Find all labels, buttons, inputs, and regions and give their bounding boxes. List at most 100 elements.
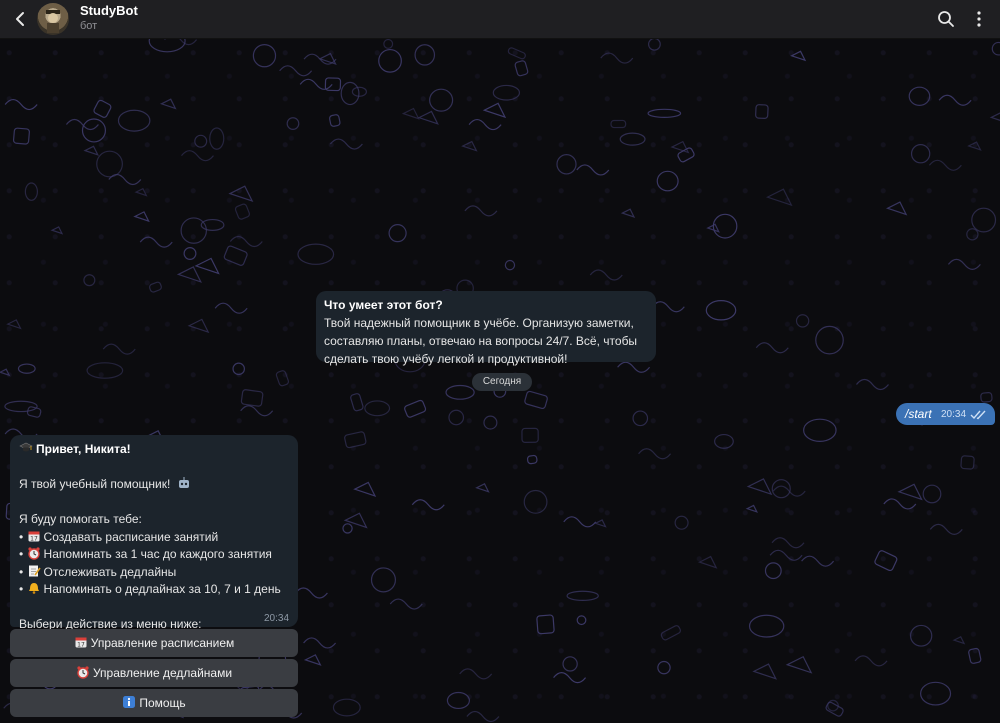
search-icon[interactable] (935, 8, 957, 30)
doodle-shape (705, 300, 737, 321)
graduation-cap-icon (19, 442, 33, 452)
outgoing-message[interactable]: /start 20:34 (896, 403, 995, 425)
help-button[interactable]: Помощь (10, 689, 298, 717)
doodle-shape (968, 647, 982, 664)
doodle-shape (947, 258, 981, 270)
list-item: • 17 Создавать расписание занятий (19, 529, 219, 544)
doodle-shape (234, 203, 251, 220)
doodle-shape (475, 483, 490, 493)
doodle-shape (908, 86, 931, 106)
doodle-shape (17, 363, 36, 374)
doodle-shape (660, 625, 681, 641)
doodle-shape (350, 393, 364, 412)
doodle-shape (922, 484, 942, 504)
doodle-shape (187, 318, 210, 334)
doodle-shape (464, 205, 498, 217)
doodle-shape (991, 41, 1000, 56)
doodle-shape (81, 118, 107, 143)
doodle-shape (883, 498, 917, 510)
doodle-shape (378, 48, 402, 73)
doodle-shape (133, 211, 150, 223)
doodle-shape (6, 319, 22, 330)
doodle-shape (86, 362, 124, 379)
doodle-shape (117, 109, 151, 132)
doodle-shape (24, 182, 39, 201)
chat-header: StudyBot бот (0, 0, 1000, 39)
chat-subtitle: бот (80, 20, 98, 32)
avatar[interactable] (37, 3, 69, 35)
doodle-shape (790, 50, 807, 62)
helper-line: Я твой учебный помощник! (19, 476, 289, 494)
doodle-shape (240, 405, 274, 417)
telegram-window: StudyBot бот Что умеет этот бот? Твой на… (0, 0, 1000, 723)
doodle-shape (989, 112, 1000, 121)
doodle-shape (514, 60, 529, 77)
back-arrow-icon[interactable] (10, 9, 30, 29)
doodle-shape (507, 47, 526, 60)
greeting-line: Привет, Никита! (19, 441, 289, 459)
doodle-shape (4, 98, 38, 111)
doodle-shape (966, 228, 979, 241)
bot-description-line: сделать твою учёбу легкой и продуктивной… (324, 352, 568, 366)
doodle-shape (523, 489, 548, 514)
schedule-button[interactable]: 17 Управление расписанием (10, 629, 298, 657)
doodle-shape (252, 44, 277, 68)
chat-title[interactable]: StudyBot (80, 3, 138, 18)
doodle-shape (593, 519, 607, 528)
doodle-shape (279, 65, 313, 77)
more-vertical-icon[interactable] (968, 8, 990, 30)
doodle-shape (714, 433, 734, 449)
bell-icon (28, 583, 39, 594)
doodle-shape (929, 523, 963, 535)
doodle-shape (938, 94, 972, 106)
message-time: 20:34 (941, 409, 967, 420)
doodle-shape (620, 208, 636, 218)
doodle-shape (576, 164, 610, 176)
doodle-shape (825, 701, 844, 717)
doodle-shape (303, 654, 322, 666)
doodle-shape (459, 668, 493, 680)
doodle-shape (148, 39, 186, 53)
button-label: Управление расписанием (90, 636, 235, 650)
message-text: /start (905, 407, 932, 421)
doodle-shape (370, 567, 397, 593)
doodle-shape (874, 550, 898, 572)
bot-description-line: составляю планы, отвечаю на вопросы 24/7… (324, 334, 638, 348)
memo-icon (28, 565, 41, 576)
doodle-shape (504, 259, 516, 271)
doodle-shape (466, 710, 500, 723)
doodle-shape (910, 144, 931, 164)
doodle-shape (286, 117, 300, 130)
doodle-shape (389, 598, 423, 610)
list-item-text: Создавать расписание занятий (43, 529, 219, 544)
doodle-shape (967, 141, 982, 151)
doodle-shape (353, 481, 377, 497)
doodle-shape (445, 384, 475, 400)
doodle-shape (674, 515, 689, 530)
doodle-shape (748, 614, 785, 638)
doodle-shape (404, 399, 427, 418)
doodle-shape (785, 655, 813, 674)
doodle-shape (765, 188, 793, 207)
doodle-shape (769, 549, 803, 561)
doodle-shape (164, 39, 198, 46)
incoming-message[interactable]: Привет, Никита! Я твой учебный помощник!… (10, 435, 298, 631)
doodle-shape (971, 207, 997, 233)
doodle-shape (209, 127, 225, 150)
doodle-shape (670, 140, 690, 154)
doodle-shape (536, 614, 555, 635)
doodle-shape (524, 390, 548, 410)
doodle-shape (332, 698, 361, 717)
doodle-shape (885, 201, 908, 216)
doodle-shape (492, 84, 521, 101)
alarm-clock-icon (77, 666, 89, 679)
doodle-shape (697, 555, 718, 569)
doodle-shape (181, 150, 214, 162)
doodle-shape (194, 257, 220, 275)
doodle-shape (638, 448, 672, 460)
doodle-shape (526, 454, 538, 465)
doodle-shape (4, 400, 38, 413)
deadlines-button[interactable]: Управление дедлайнами (10, 659, 298, 687)
doodle-shape (656, 170, 679, 192)
